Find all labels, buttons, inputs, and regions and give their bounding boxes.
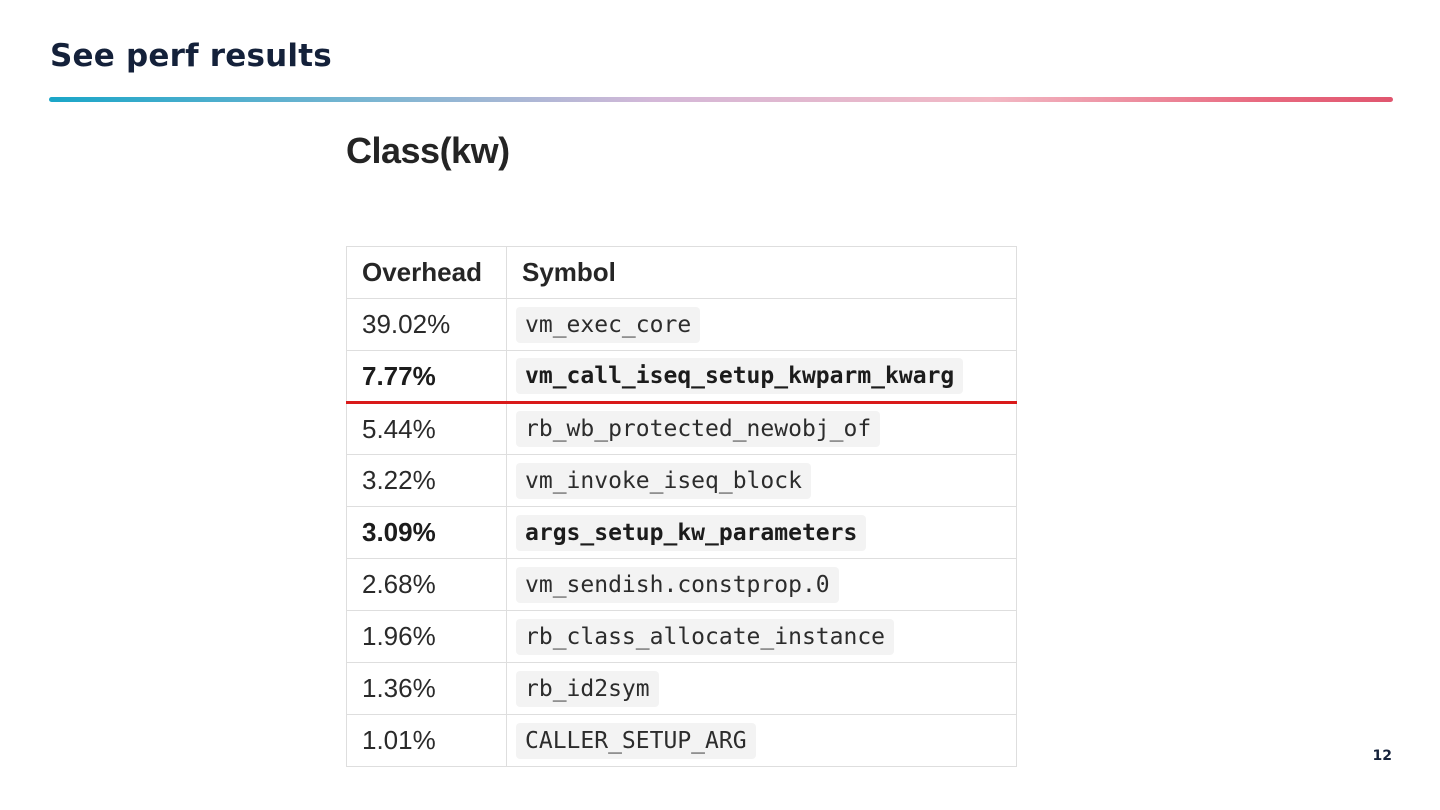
column-header-symbol: Symbol	[506, 246, 1017, 299]
table-body: 39.02% vm_exec_core 7.77% vm_call_iseq_s…	[346, 298, 1017, 767]
symbol-code: vm_call_iseq_setup_kwparm_kwarg	[516, 358, 964, 394]
symbol-code: args_setup_kw_parameters	[516, 514, 867, 551]
symbol-cell: vm_call_iseq_setup_kwparm_kwarg	[506, 350, 1017, 404]
symbol-cell: args_setup_kw_parameters	[506, 506, 1017, 559]
overhead-cell: 1.36%	[346, 662, 507, 715]
overhead-cell: 3.22%	[346, 454, 507, 507]
table-row-highlighted: 7.77% vm_call_iseq_setup_kwparm_kwarg	[346, 350, 1017, 404]
slide-title: See perf results	[50, 38, 332, 74]
overhead-cell: 7.77%	[346, 350, 507, 404]
overhead-cell: 1.96%	[346, 610, 507, 663]
table-row-bold: 3.09% args_setup_kw_parameters	[346, 506, 1017, 559]
table-row: 1.01% CALLER_SETUP_ARG	[346, 714, 1017, 767]
symbol-code: rb_class_allocate_instance	[516, 618, 895, 655]
symbol-cell: vm_invoke_iseq_block	[506, 454, 1017, 507]
symbol-code: vm_exec_core	[516, 306, 701, 343]
section-heading: Class(kw)	[346, 130, 510, 171]
table-row: 5.44% rb_wb_protected_newobj_of	[346, 402, 1017, 455]
overhead-cell: 1.01%	[346, 714, 507, 767]
overhead-cell: 3.09%	[346, 506, 507, 559]
symbol-cell: rb_wb_protected_newobj_of	[506, 402, 1017, 455]
symbol-cell: CALLER_SETUP_ARG	[506, 714, 1017, 767]
table-row: 1.96% rb_class_allocate_instance	[346, 610, 1017, 663]
table-row: 3.22% vm_invoke_iseq_block	[346, 454, 1017, 507]
symbol-code: rb_wb_protected_newobj_of	[516, 411, 881, 447]
overhead-cell: 2.68%	[346, 558, 507, 611]
symbol-cell: rb_class_allocate_instance	[506, 610, 1017, 663]
symbol-code: CALLER_SETUP_ARG	[516, 722, 756, 759]
table-row: 1.36% rb_id2sym	[346, 662, 1017, 715]
symbol-code: rb_id2sym	[516, 670, 659, 707]
perf-results-table: Overhead Symbol 39.02% vm_exec_core 7.77…	[346, 246, 1017, 767]
table-row: 39.02% vm_exec_core	[346, 298, 1017, 351]
overhead-cell: 39.02%	[346, 298, 507, 351]
symbol-code: vm_sendish.constprop.0	[516, 566, 839, 603]
table-header-row: Overhead Symbol	[346, 246, 1017, 299]
symbol-cell: vm_exec_core	[506, 298, 1017, 351]
symbol-cell: rb_id2sym	[506, 662, 1017, 715]
symbol-code: vm_invoke_iseq_block	[516, 462, 811, 499]
column-header-overhead: Overhead	[346, 246, 507, 299]
symbol-cell: vm_sendish.constprop.0	[506, 558, 1017, 611]
title-gradient-rule	[49, 97, 1393, 102]
page-number: 12	[1372, 748, 1392, 764]
table-row: 2.68% vm_sendish.constprop.0	[346, 558, 1017, 611]
overhead-cell: 5.44%	[346, 402, 507, 455]
